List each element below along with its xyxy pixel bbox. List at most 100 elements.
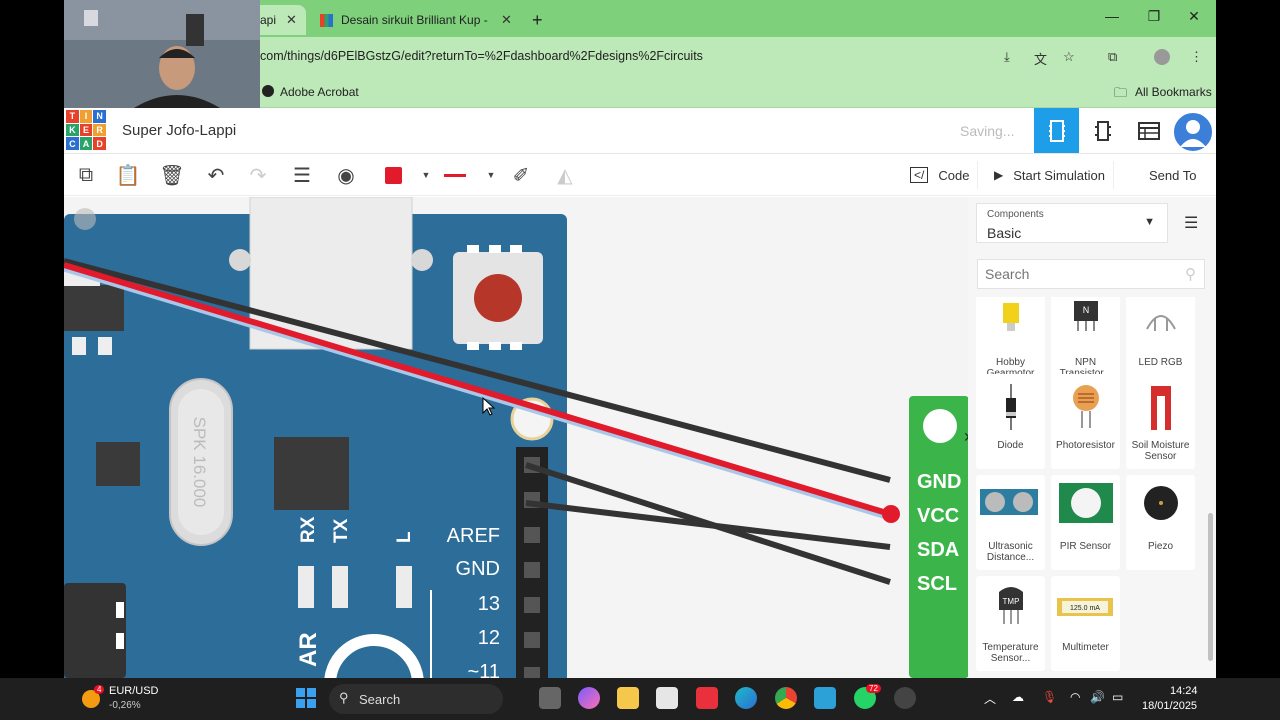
webcam-video: [64, 0, 260, 108]
wps-office-icon[interactable]: [696, 687, 718, 709]
ultrasonic-icon: [980, 489, 1038, 515]
close-tab-icon[interactable]: ✕: [286, 12, 297, 28]
rotate-wire-icon[interactable]: ✐: [508, 162, 534, 188]
save-status: Saving...: [960, 123, 1015, 139]
component-card[interactable]: Diode: [976, 374, 1045, 469]
install-app-icon[interactable]: ⤓: [1004, 49, 1010, 65]
component-card[interactable]: Photoresistor: [1051, 374, 1120, 469]
chevron-down-icon[interactable]: ▼: [413, 162, 439, 188]
ticker-name[interactable]: EUR/USD: [109, 685, 159, 697]
component-card[interactable]: Piezo: [1126, 475, 1195, 570]
tab-desain-sirkuit[interactable]: Desain sirkuit Brilliant Kup - Tin ✕: [320, 5, 520, 35]
store-icon[interactable]: [656, 687, 678, 709]
battery-icon[interactable]: ▭: [1112, 690, 1123, 704]
profile-icon[interactable]: [1154, 49, 1170, 65]
component-name: LED RGB: [1138, 357, 1183, 368]
logo-letter: I: [79, 110, 93, 123]
wire-color-picker[interactable]: [380, 162, 406, 188]
component-card[interactable]: LED RGB: [1126, 297, 1195, 386]
person-icon: [1180, 120, 1206, 147]
list-view-icon[interactable]: ☰: [1184, 213, 1198, 233]
tinkercad-logo[interactable]: TIN KER CAD: [66, 110, 106, 150]
component-list-button[interactable]: [1126, 108, 1171, 153]
wire-sda: [525, 500, 891, 550]
undo-icon[interactable]: ↶: [203, 162, 229, 188]
wire-endpoint-handle: [882, 505, 900, 523]
task-view-icon[interactable]: [539, 687, 561, 709]
logo-letter: E: [79, 123, 93, 137]
url-field[interactable]: com/things/d6PElBGstzG/edit?returnTo=%2F…: [260, 49, 703, 63]
folder-icon: 🗀: [1114, 85, 1128, 100]
reset-button-cap: [474, 274, 522, 322]
visibility-icon[interactable]: ◉: [333, 162, 359, 188]
cloud-icon[interactable]: ☁: [1012, 690, 1024, 704]
restore-icon[interactable]: ❐: [1134, 8, 1174, 25]
bookmark-adobe-acrobat[interactable]: Adobe Acrobat: [280, 85, 359, 99]
taskbar-search[interactable]: ⚲ Search: [329, 684, 503, 714]
search-input[interactable]: [978, 260, 1168, 288]
scrollbar-thumb[interactable]: [1208, 513, 1213, 661]
delete-icon[interactable]: 🗑: [159, 162, 185, 188]
user-avatar[interactable]: [1172, 111, 1214, 153]
flip-icon[interactable]: ◭: [552, 162, 578, 188]
file-explorer-icon[interactable]: [617, 687, 639, 709]
clock-time[interactable]: 14:24: [1170, 685, 1198, 697]
circuit-view-button[interactable]: [1034, 108, 1079, 153]
module-pin-scl: SCL: [917, 573, 957, 595]
notes-app-icon[interactable]: [814, 687, 836, 709]
close-window-icon[interactable]: ✕: [1174, 8, 1214, 25]
table-icon: [1137, 121, 1160, 140]
copy-icon[interactable]: ⧉: [73, 162, 99, 188]
copilot-icon[interactable]: [578, 687, 600, 709]
components-panel: Components Basic ▼ ☰ ⚲ Hobby Gearmotor N…: [968, 197, 1216, 678]
component-card[interactable]: Soil Moisture Sensor: [1126, 374, 1195, 469]
wire-style-picker[interactable]: [442, 162, 468, 188]
edge-icon[interactable]: [735, 687, 757, 709]
component-card[interactable]: N NPN Transistor...: [1051, 297, 1120, 386]
component-card[interactable]: TMP Temperature Sensor...: [976, 576, 1045, 671]
minimize-icon[interactable]: —: [1092, 8, 1132, 24]
app-icon[interactable]: [894, 687, 916, 709]
diode-icon: [1006, 384, 1016, 430]
close-tab-icon[interactable]: ✕: [501, 12, 512, 28]
project-title[interactable]: Super Jofo-Lappi: [122, 122, 236, 139]
notes-icon[interactable]: ☰: [289, 162, 315, 188]
paste-icon[interactable]: 📋: [115, 162, 141, 188]
component-card[interactable]: PIR Sensor: [1051, 475, 1120, 570]
code-button[interactable]: </ Code: [902, 161, 979, 189]
logo-letter: N: [93, 110, 106, 123]
microphone-icon[interactable]: 🎙: [1042, 690, 1057, 704]
redo-icon[interactable]: ↷: [245, 162, 271, 188]
chrome-icon[interactable]: [775, 687, 797, 709]
all-bookmarks[interactable]: All Bookmarks: [1135, 85, 1212, 99]
circuit-canvas[interactable]: SPK 16.000 RX TX L AR AREF GND 13 12 ~11…: [64, 197, 968, 678]
aref-label: AREF: [447, 525, 500, 547]
windows-start-icon[interactable]: [296, 688, 316, 708]
new-tab-button[interactable]: +: [532, 5, 543, 35]
volume-icon[interactable]: 🔊: [1090, 690, 1105, 704]
extensions-icon[interactable]: ⧉: [1108, 49, 1117, 65]
code-icon: </: [910, 167, 929, 183]
clock-date[interactable]: 18/01/2025: [1142, 700, 1197, 712]
component-name: Soil Moisture Sensor: [1131, 440, 1190, 462]
component-card[interactable]: Ultrasonic Distance...: [976, 475, 1045, 570]
start-simulation-button[interactable]: ▶ Start Simulation: [986, 161, 1114, 189]
tray-chevron-icon[interactable]: ︿: [984, 690, 996, 707]
wire-style-icon: [444, 173, 466, 177]
play-icon: ▶: [994, 168, 1004, 182]
component-card[interactable]: Hobby Gearmotor: [976, 297, 1045, 386]
tab-tinkercad[interactable]: api ✕: [254, 5, 306, 35]
components-dropdown[interactable]: Components Basic ▼: [976, 203, 1168, 243]
schematic-view-button[interactable]: [1080, 108, 1125, 153]
gnd-label: GND: [456, 558, 500, 580]
send-to-button[interactable]: Send To: [1141, 161, 1204, 189]
bookmark-star-icon[interactable]: ☆: [1063, 49, 1075, 65]
translate-icon[interactable]: 文: [1034, 49, 1047, 68]
search-icon: ⚲: [1185, 266, 1196, 283]
chevron-down-icon[interactable]: ▼: [478, 162, 504, 188]
wifi-icon[interactable]: ◠: [1070, 690, 1080, 704]
component-card[interactable]: 125.0 mA Multimeter: [1051, 576, 1120, 671]
menu-dots-icon[interactable]: ⋮: [1190, 49, 1203, 65]
panel-scrollbar[interactable]: [1206, 303, 1214, 669]
breadboard-icon: [1048, 119, 1065, 142]
